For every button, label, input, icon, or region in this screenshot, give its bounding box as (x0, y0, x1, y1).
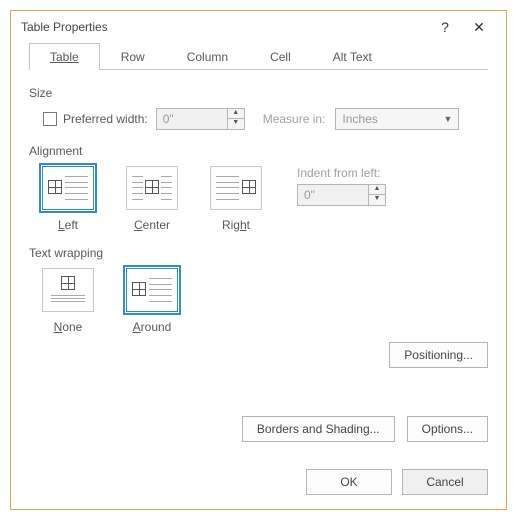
align-left-icon (48, 174, 88, 202)
measure-in-value: Inches (342, 112, 377, 126)
indent-from-left-label: Indent from left: (297, 166, 386, 180)
positioning-button[interactable]: Positioning... (389, 342, 488, 368)
wrap-none-option[interactable]: None (35, 268, 101, 334)
wrap-none-icon (51, 276, 85, 304)
spin-up-icon[interactable]: ▲ (228, 109, 244, 119)
borders-shading-button[interactable]: Borders and Shading... (242, 416, 395, 442)
ok-button[interactable]: OK (306, 469, 392, 495)
wrap-section-label: Text wrapping (29, 246, 488, 260)
indent-spinner[interactable]: ▲▼ (297, 184, 386, 206)
tab-alttext[interactable]: Alt Text (312, 43, 393, 70)
wrap-around-option[interactable]: Around (119, 268, 185, 334)
tab-column[interactable]: Column (166, 43, 249, 70)
help-button[interactable]: ? (428, 19, 462, 35)
measure-in-combo[interactable]: Inches ▼ (335, 108, 459, 130)
chevron-down-icon: ▼ (443, 114, 452, 124)
align-center-icon (132, 174, 172, 202)
spin-up-icon[interactable]: ▲ (369, 185, 385, 195)
measure-in-label: Measure in: (263, 112, 326, 126)
titlebar: Table Properties ? ✕ (11, 11, 506, 43)
cancel-button[interactable]: Cancel (402, 469, 488, 495)
preferred-width-spinner[interactable]: ▲▼ (156, 108, 245, 130)
wrap-around-icon (132, 276, 172, 304)
close-button[interactable]: ✕ (462, 19, 496, 36)
align-right-icon (216, 174, 256, 202)
align-center-option[interactable]: Center (119, 166, 185, 232)
tab-row[interactable]: Row (100, 43, 166, 70)
preferred-width-input[interactable] (157, 109, 227, 129)
dialog-window: Table Properties ? ✕ Table Row Column Ce… (10, 10, 507, 510)
preferred-width-checkbox[interactable] (43, 112, 57, 126)
alignment-section-label: Alignment (29, 144, 488, 158)
tab-strip: Table Row Column Cell Alt Text (29, 43, 488, 70)
tab-cell[interactable]: Cell (249, 43, 312, 70)
align-right-option[interactable]: Right (203, 166, 269, 232)
size-section-label: Size (29, 86, 488, 100)
dialog-footer: OK Cancel (306, 469, 488, 495)
spin-down-icon[interactable]: ▼ (369, 195, 385, 205)
options-button[interactable]: Options... (407, 416, 488, 442)
align-left-option[interactable]: Left (35, 166, 101, 232)
tab-table[interactable]: Table (29, 43, 100, 70)
window-title: Table Properties (21, 20, 428, 34)
preferred-width-label: Preferred width: (63, 112, 148, 126)
indent-input[interactable] (298, 185, 368, 205)
spin-down-icon[interactable]: ▼ (228, 119, 244, 129)
